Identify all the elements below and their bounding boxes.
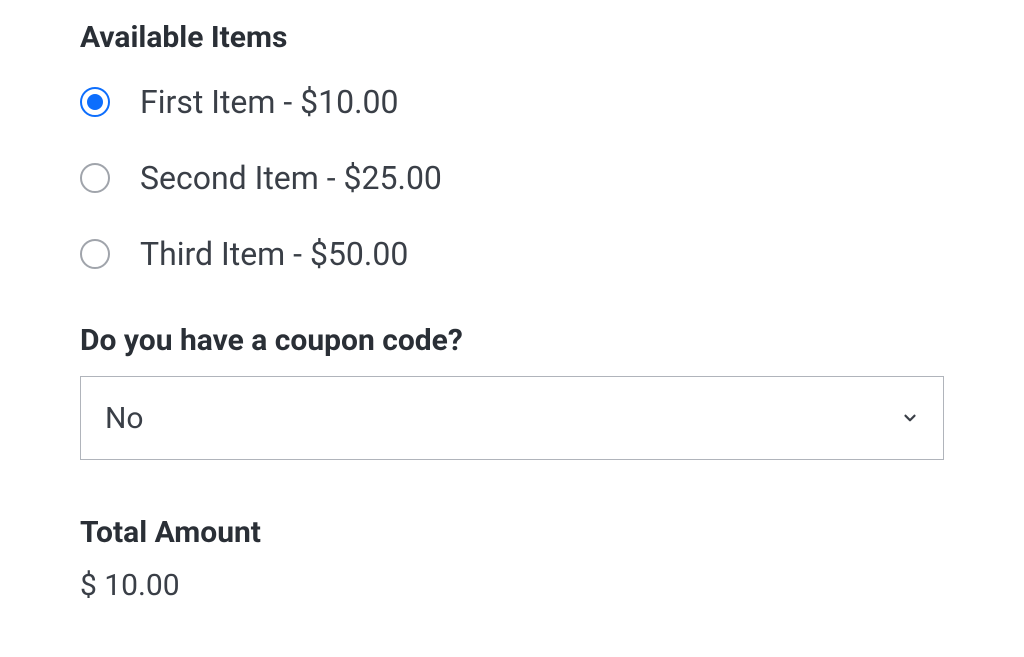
radio-label: Second Item - $25.00 xyxy=(140,159,442,197)
total-amount-heading: Total Amount xyxy=(80,515,944,550)
coupon-select-wrapper: No xyxy=(80,376,944,460)
radio-item-first[interactable]: First Item - $10.00 xyxy=(80,83,944,121)
total-amount-value: $ 10.00 xyxy=(80,568,944,603)
radio-item-second[interactable]: Second Item - $25.00 xyxy=(80,159,944,197)
radio-circle-icon xyxy=(80,87,110,117)
radio-label: First Item - $10.00 xyxy=(140,83,399,121)
coupon-select-value: No xyxy=(105,401,144,436)
chevron-down-icon xyxy=(901,409,919,427)
items-radio-group: First Item - $10.00 Second Item - $25.00… xyxy=(80,83,944,273)
radio-circle-icon xyxy=(80,239,110,269)
radio-label: Third Item - $50.00 xyxy=(140,235,408,273)
available-items-heading: Available Items xyxy=(80,20,944,55)
radio-circle-icon xyxy=(80,163,110,193)
coupon-select[interactable]: No xyxy=(80,376,944,460)
radio-item-third[interactable]: Third Item - $50.00 xyxy=(80,235,944,273)
coupon-heading: Do you have a coupon code? xyxy=(80,323,944,358)
